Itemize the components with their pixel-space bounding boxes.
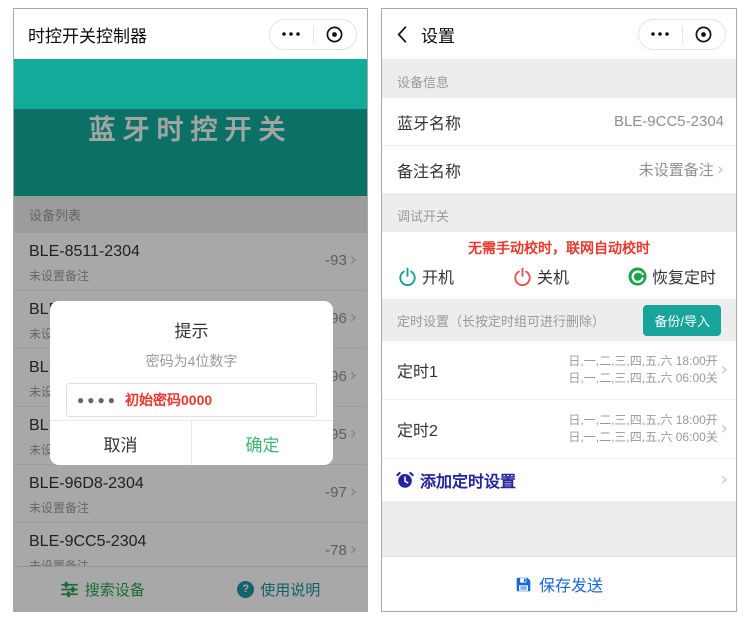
target-icon	[694, 25, 713, 44]
time-sync-notice: 无需手动校时，联网自动校时	[382, 239, 736, 257]
timer-schedule: 日,一,二,三,四,五,六 18:00开 日,一,二,三,四,五,六 06:00…	[568, 353, 717, 387]
password-input[interactable]: ●●●● 初始密码0000	[66, 383, 317, 417]
debug-card: 无需手动校时，联网自动校时 开机 关机	[382, 232, 736, 299]
password-dots: ●●●●	[77, 393, 118, 407]
settings-screen: 设置 设备信息 蓝牙名称	[381, 8, 737, 612]
wechat-capsule	[638, 19, 726, 50]
dialog-subtitle: 密码为4位数字	[50, 351, 333, 371]
dialog-buttons: 取消 确定	[50, 420, 333, 465]
more-button[interactable]	[270, 20, 313, 49]
save-send-label: 保存发送	[539, 572, 603, 596]
section-device-info: 设备信息	[382, 59, 736, 98]
back-button[interactable]	[396, 25, 407, 44]
save-bar: 保存发送	[382, 556, 736, 611]
device-list-screen: 时控开关控制器 蓝牙时控开关 设备列表	[13, 8, 368, 612]
confirm-button[interactable]: 确定	[192, 421, 333, 465]
note-name-row[interactable]: 备注名称 未设置备注 ›	[382, 145, 736, 193]
bt-name-label: 蓝牙名称	[397, 110, 461, 134]
timer-schedule-line1: 日,一,二,三,四,五,六 18:00开	[568, 413, 717, 427]
left-navbar: 时控开关控制器	[14, 9, 367, 59]
bt-name-row: 蓝牙名称 BLE-9CC5-2304	[382, 98, 736, 145]
power-off-icon	[513, 267, 532, 286]
restore-icon	[628, 267, 647, 286]
power-off-button[interactable]: 关机	[513, 264, 569, 288]
timer-row-2[interactable]: 定时2 日,一,二,三,四,五,六 18:00开 日,一,二,三,四,五,六 0…	[382, 400, 736, 459]
add-timer-label: 添加定时设置	[420, 468, 516, 492]
save-icon	[515, 576, 532, 593]
section-timer-settings: 定时设置（长按定时组可进行删除）	[397, 311, 605, 330]
timer-label: 定时2	[397, 417, 438, 441]
timer-row-1[interactable]: 定时1 日,一,二,三,四,五,六 18:00开 日,一,二,三,四,五,六 0…	[382, 341, 736, 400]
timer-label: 定时1	[397, 358, 438, 382]
wechat-capsule	[269, 19, 357, 50]
timer-section-bar: 定时设置（长按定时组可进行删除） 备份/导入	[382, 299, 736, 341]
chevron-right-icon: ›	[721, 361, 728, 379]
more-icon	[281, 32, 301, 36]
password-dialog: 提示 密码为4位数字 ●●●● 初始密码0000 取消 确定	[50, 301, 333, 465]
section-debug-switch: 调试开关	[382, 193, 736, 232]
chevron-right-icon: ›	[721, 420, 728, 438]
power-on-button[interactable]: 开机	[398, 264, 454, 288]
back-arrow-icon	[396, 25, 407, 44]
spacer	[382, 501, 736, 556]
timer-schedule: 日,一,二,三,四,五,六 18:00开 日,一,二,三,四,五,六 06:00…	[568, 412, 717, 446]
alarm-clock-icon	[396, 471, 414, 489]
more-icon	[650, 32, 670, 36]
screenshot-stage: 时控开关控制器 蓝牙时控开关 设备列表	[0, 0, 750, 621]
minimize-button[interactable]	[683, 20, 726, 49]
power-off-label: 关机	[537, 264, 569, 288]
right-navbar: 设置	[382, 9, 736, 59]
page-title: 时控开关控制器	[28, 22, 147, 47]
backup-import-button[interactable]: 备份/导入	[643, 305, 721, 336]
target-icon	[325, 25, 344, 44]
settings-title: 设置	[421, 22, 455, 47]
bt-name-value: BLE-9CC5-2304	[614, 113, 724, 130]
timer-schedule-line1: 日,一,二,三,四,五,六 18:00开	[568, 354, 717, 368]
more-button[interactable]	[639, 20, 682, 49]
chevron-right-icon: ›	[717, 161, 724, 179]
restore-timer-label: 恢复定时	[652, 264, 716, 288]
debug-buttons: 开机 关机	[382, 257, 736, 288]
note-name-label: 备注名称	[397, 158, 461, 182]
chevron-right-icon: ›	[721, 471, 728, 489]
add-timer-button[interactable]: 添加定时设置 ›	[382, 459, 736, 501]
device-info-card: 蓝牙名称 BLE-9CC5-2304 备注名称 未设置备注 ›	[382, 98, 736, 193]
settings-page: 设备信息 蓝牙名称 BLE-9CC5-2304 备注名称 未设置备注 › 调试开…	[382, 59, 736, 611]
note-name-value: 未设置备注	[639, 159, 714, 180]
restore-timer-button[interactable]: 恢复定时	[628, 264, 716, 288]
dialog-title: 提示	[50, 317, 333, 342]
save-send-button[interactable]: 保存发送	[515, 572, 603, 596]
power-on-label: 开机	[422, 264, 454, 288]
password-hint: 初始密码0000	[125, 390, 212, 410]
device-list-page: 蓝牙时控开关 设备列表 BLE-8511-2304 未设置备注 -93› BLE…	[14, 59, 367, 611]
timer-schedule-line2: 日,一,二,三,四,五,六 06:00关	[568, 371, 717, 385]
power-on-icon	[398, 267, 417, 286]
timer-schedule-line2: 日,一,二,三,四,五,六 06:00关	[568, 430, 717, 444]
cancel-button[interactable]: 取消	[50, 421, 192, 465]
minimize-button[interactable]	[314, 20, 357, 49]
